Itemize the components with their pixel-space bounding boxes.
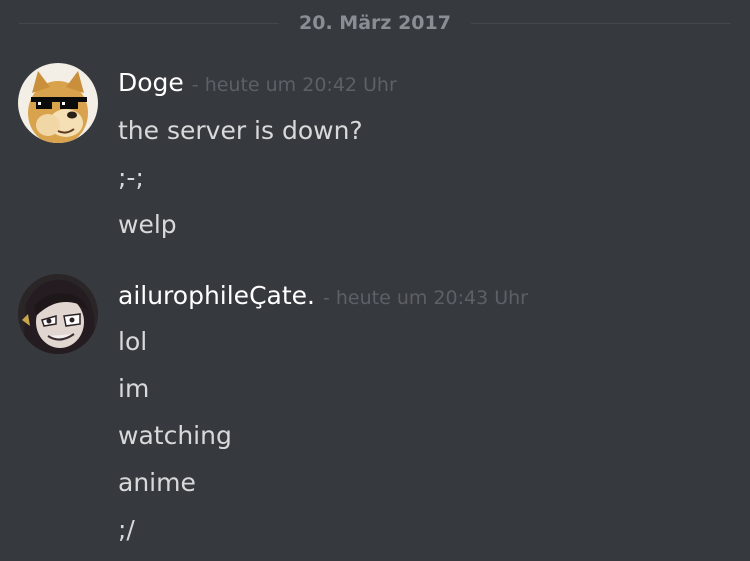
doge-avatar-icon: [18, 63, 98, 143]
username[interactable]: ailurophileÇate.: [118, 281, 315, 310]
message-line: ;/: [118, 515, 135, 544]
avatar[interactable]: [18, 274, 98, 354]
avatar[interactable]: [18, 63, 98, 143]
message-line: anime: [118, 468, 196, 497]
message-line: the server is down?: [118, 116, 363, 145]
message-lines: the server is down? ;-; welp: [118, 107, 363, 248]
date-divider: 20. März 2017: [19, 8, 731, 38]
username[interactable]: Doge: [118, 68, 184, 97]
message-header: Doge - heute um 20:42 Uhr: [118, 68, 397, 97]
timestamp: - heute um 20:43 Uhr: [322, 287, 528, 309]
message-line: ;-;: [118, 163, 144, 192]
timestamp: - heute um 20:42 Uhr: [191, 74, 397, 96]
date-divider-text: 20. März 2017: [299, 12, 451, 34]
divider-line-right: [470, 22, 731, 24]
divider-line-left: [19, 22, 280, 24]
anime-avatar-icon: [18, 274, 98, 354]
message-line: im: [118, 374, 150, 403]
message-lines: lol im watching anime ;/: [118, 318, 232, 553]
message-line: watching: [118, 421, 232, 450]
message-line: welp: [118, 210, 177, 239]
message-header: ailurophileÇate. - heute um 20:43 Uhr: [118, 281, 528, 310]
message-line: lol: [118, 327, 148, 356]
